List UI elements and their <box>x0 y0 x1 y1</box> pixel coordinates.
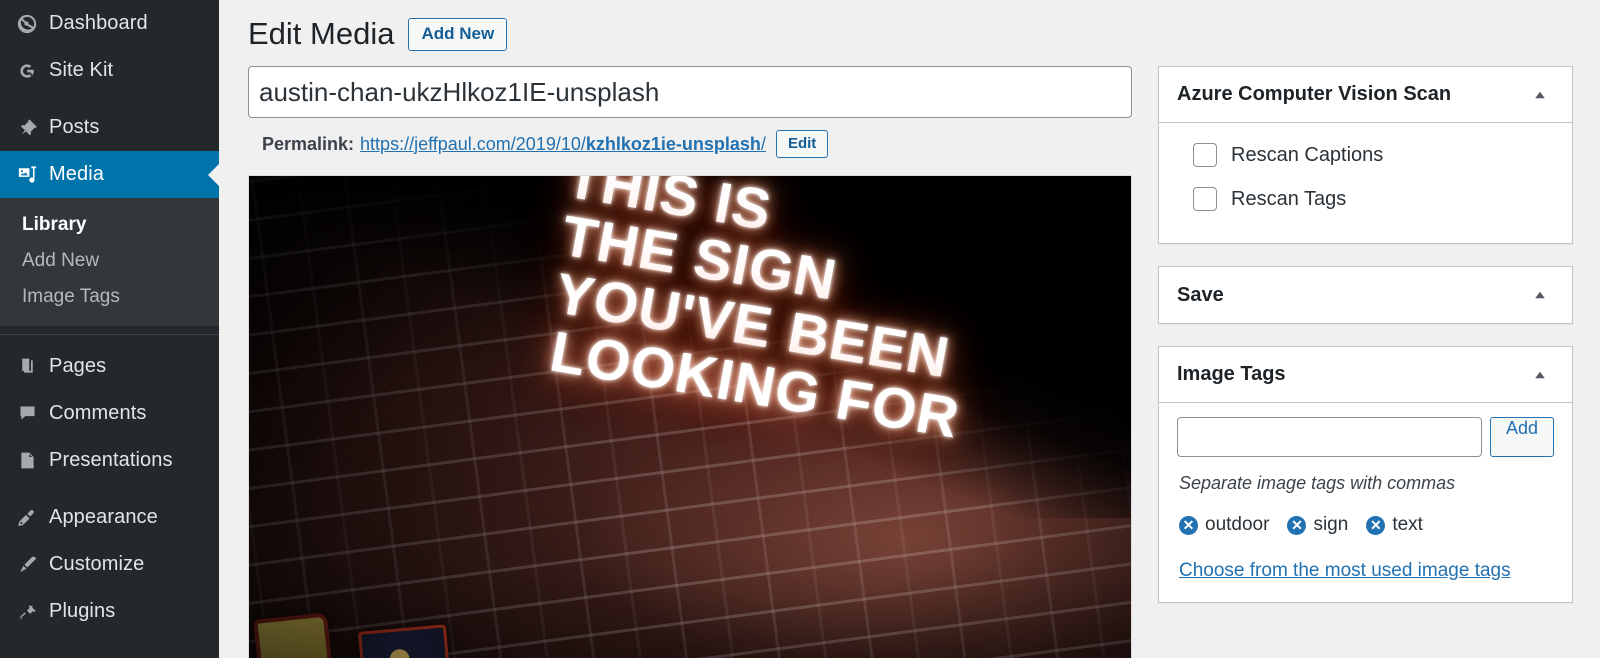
permalink-suffix: / <box>760 133 766 154</box>
attachment-image[interactable]: THIS IS THE SIGN YOU'VE BEEN LOOKING FOR <box>248 175 1132 658</box>
sidebar-item-comments[interactable]: Comments <box>0 390 219 437</box>
image-tags-panel-title: Image Tags <box>1177 363 1286 386</box>
paintbrush-roller-icon <box>9 507 45 529</box>
comment-bubble-icon <box>9 403 45 424</box>
menu-separator <box>0 94 219 104</box>
photo-vignette <box>249 176 1131 658</box>
media-icon <box>9 163 45 186</box>
add-tag-button[interactable]: Add <box>1489 417 1554 458</box>
image-tags-panel: Image Tags Add Separate image tags with … <box>1158 346 1573 604</box>
sidebar-item-media[interactable]: Media <box>0 151 220 198</box>
tag-chip: ✕ sign <box>1287 514 1348 536</box>
tag-chip: ✕ text <box>1366 514 1423 536</box>
tag-chip: ✕ outdoor <box>1179 514 1269 536</box>
sidebar-item-dashboard[interactable]: Dashboard <box>0 0 219 47</box>
sidebar-item-label: Posts <box>49 116 100 138</box>
sidebar-item-label: Dashboard <box>49 12 148 34</box>
remove-tag-icon[interactable]: ✕ <box>1366 515 1386 535</box>
azure-computer-vision-scan-panel: Azure Computer Vision Scan Rescan Captio… <box>1158 66 1573 245</box>
permalink-link[interactable]: https://jeffpaul.com/2019/10/kzhlkoz1ie-… <box>360 134 766 155</box>
image-tags-panel-header[interactable]: Image Tags <box>1159 347 1572 404</box>
permalink-row: Permalink: https://jeffpaul.com/2019/10/… <box>262 127 1132 161</box>
save-panel-title: Save <box>1177 283 1224 306</box>
rescan-tags-checkbox[interactable] <box>1193 187 1217 212</box>
sidebar-item-customize[interactable]: Customize <box>0 541 219 588</box>
remove-tag-icon[interactable]: ✕ <box>1179 515 1198 535</box>
chevron-up-icon[interactable] <box>1526 361 1554 389</box>
tag-entry-row: Add <box>1177 417 1554 458</box>
tag-label: text <box>1392 514 1423 536</box>
save-panel: Save <box>1158 266 1573 325</box>
rescan-captions-label[interactable]: Rescan Captions <box>1231 144 1383 167</box>
add-new-button[interactable]: Add New <box>408 17 508 51</box>
tag-label: outdoor <box>1205 514 1270 536</box>
sidebar-item-presentations[interactable]: Presentations <box>0 437 219 484</box>
edit-permalink-button[interactable]: Edit <box>775 130 829 159</box>
remove-tag-icon[interactable]: ✕ <box>1287 515 1307 535</box>
pin-icon <box>9 117 45 139</box>
rescan-captions-row[interactable]: Rescan Captions <box>1177 137 1554 173</box>
sidebar-item-label: Customize <box>49 553 145 575</box>
main-content-area: Edit Media Add New Permalink: https://je… <box>219 0 1600 658</box>
save-panel-header[interactable]: Save <box>1159 267 1572 323</box>
sidebar-item-label: Appearance <box>49 506 158 528</box>
sidebar-item-site-kit[interactable]: Site Kit <box>0 47 219 94</box>
azure-panel-header[interactable]: Azure Computer Vision Scan <box>1159 67 1572 124</box>
postbox-container: Azure Computer Vision Scan Rescan Captio… <box>1158 66 1573 625</box>
azure-panel-body: Rescan Captions Rescan Tags <box>1159 123 1572 243</box>
menu-separator <box>0 484 219 494</box>
sidebar-item-posts[interactable]: Posts <box>0 104 219 151</box>
new-tag-input[interactable] <box>1177 417 1482 458</box>
paintbrush-icon <box>9 554 45 576</box>
tag-list: ✕ outdoor ✕ sign ✕ text <box>1179 514 1554 536</box>
post-body: Permalink: https://jeffpaul.com/2019/10/… <box>248 66 1580 658</box>
plug-icon <box>9 601 45 623</box>
sidebar-item-label: Site Kit <box>49 59 114 81</box>
azure-panel-title: Azure Computer Vision Scan <box>1177 83 1452 106</box>
presentation-icon <box>9 450 45 471</box>
tag-hint-text: Separate image tags with commas <box>1179 473 1456 494</box>
sidebar-item-label: Presentations <box>49 449 173 471</box>
page-title: Edit Media <box>248 16 395 51</box>
dashboard-icon <box>9 13 45 35</box>
choose-most-used-tags-link[interactable]: Choose from the most used image tags <box>1179 560 1511 582</box>
submenu-item-image-tags[interactable]: Image Tags <box>0 279 219 315</box>
image-tags-panel-body: Add Separate image tags with commas ✕ ou… <box>1159 403 1572 602</box>
google-site-kit-icon <box>9 60 45 82</box>
sidebar-item-appearance[interactable]: Appearance <box>0 494 219 541</box>
chevron-up-icon[interactable] <box>1526 81 1554 109</box>
admin-sidebar: Dashboard Site Kit Posts Media Library A… <box>0 0 220 658</box>
sidebar-item-pages[interactable]: Pages <box>0 343 219 390</box>
page-header: Edit Media Add New <box>248 14 1580 54</box>
rescan-captions-checkbox[interactable] <box>1193 143 1217 168</box>
rescan-tags-label[interactable]: Rescan Tags <box>1231 188 1346 211</box>
pages-icon <box>9 356 45 377</box>
submenu-item-library[interactable]: Library <box>0 207 219 243</box>
sidebar-item-label: Comments <box>49 402 147 424</box>
sidebar-item-label: Pages <box>49 355 107 377</box>
chevron-up-icon[interactable] <box>1526 281 1554 309</box>
permalink-prefix: https://jeffpaul.com/2019/10/ <box>360 133 586 154</box>
menu-divider <box>0 334 219 335</box>
submenu-item-add-new[interactable]: Add New <box>0 243 219 279</box>
sidebar-item-label: Plugins <box>49 600 116 622</box>
tag-label: sign <box>1313 514 1349 536</box>
permalink-slug: kzhlkoz1ie-unsplash <box>585 133 761 154</box>
sidebar-item-plugins[interactable]: Plugins <box>0 588 219 635</box>
title-input[interactable] <box>248 66 1132 119</box>
post-body-content: Permalink: https://jeffpaul.com/2019/10/… <box>248 66 1132 658</box>
permalink-label: Permalink: <box>262 133 355 154</box>
media-submenu: Library Add New Image Tags <box>0 198 219 326</box>
sidebar-item-label: Media <box>49 163 104 185</box>
rescan-tags-row[interactable]: Rescan Tags <box>1177 181 1554 217</box>
